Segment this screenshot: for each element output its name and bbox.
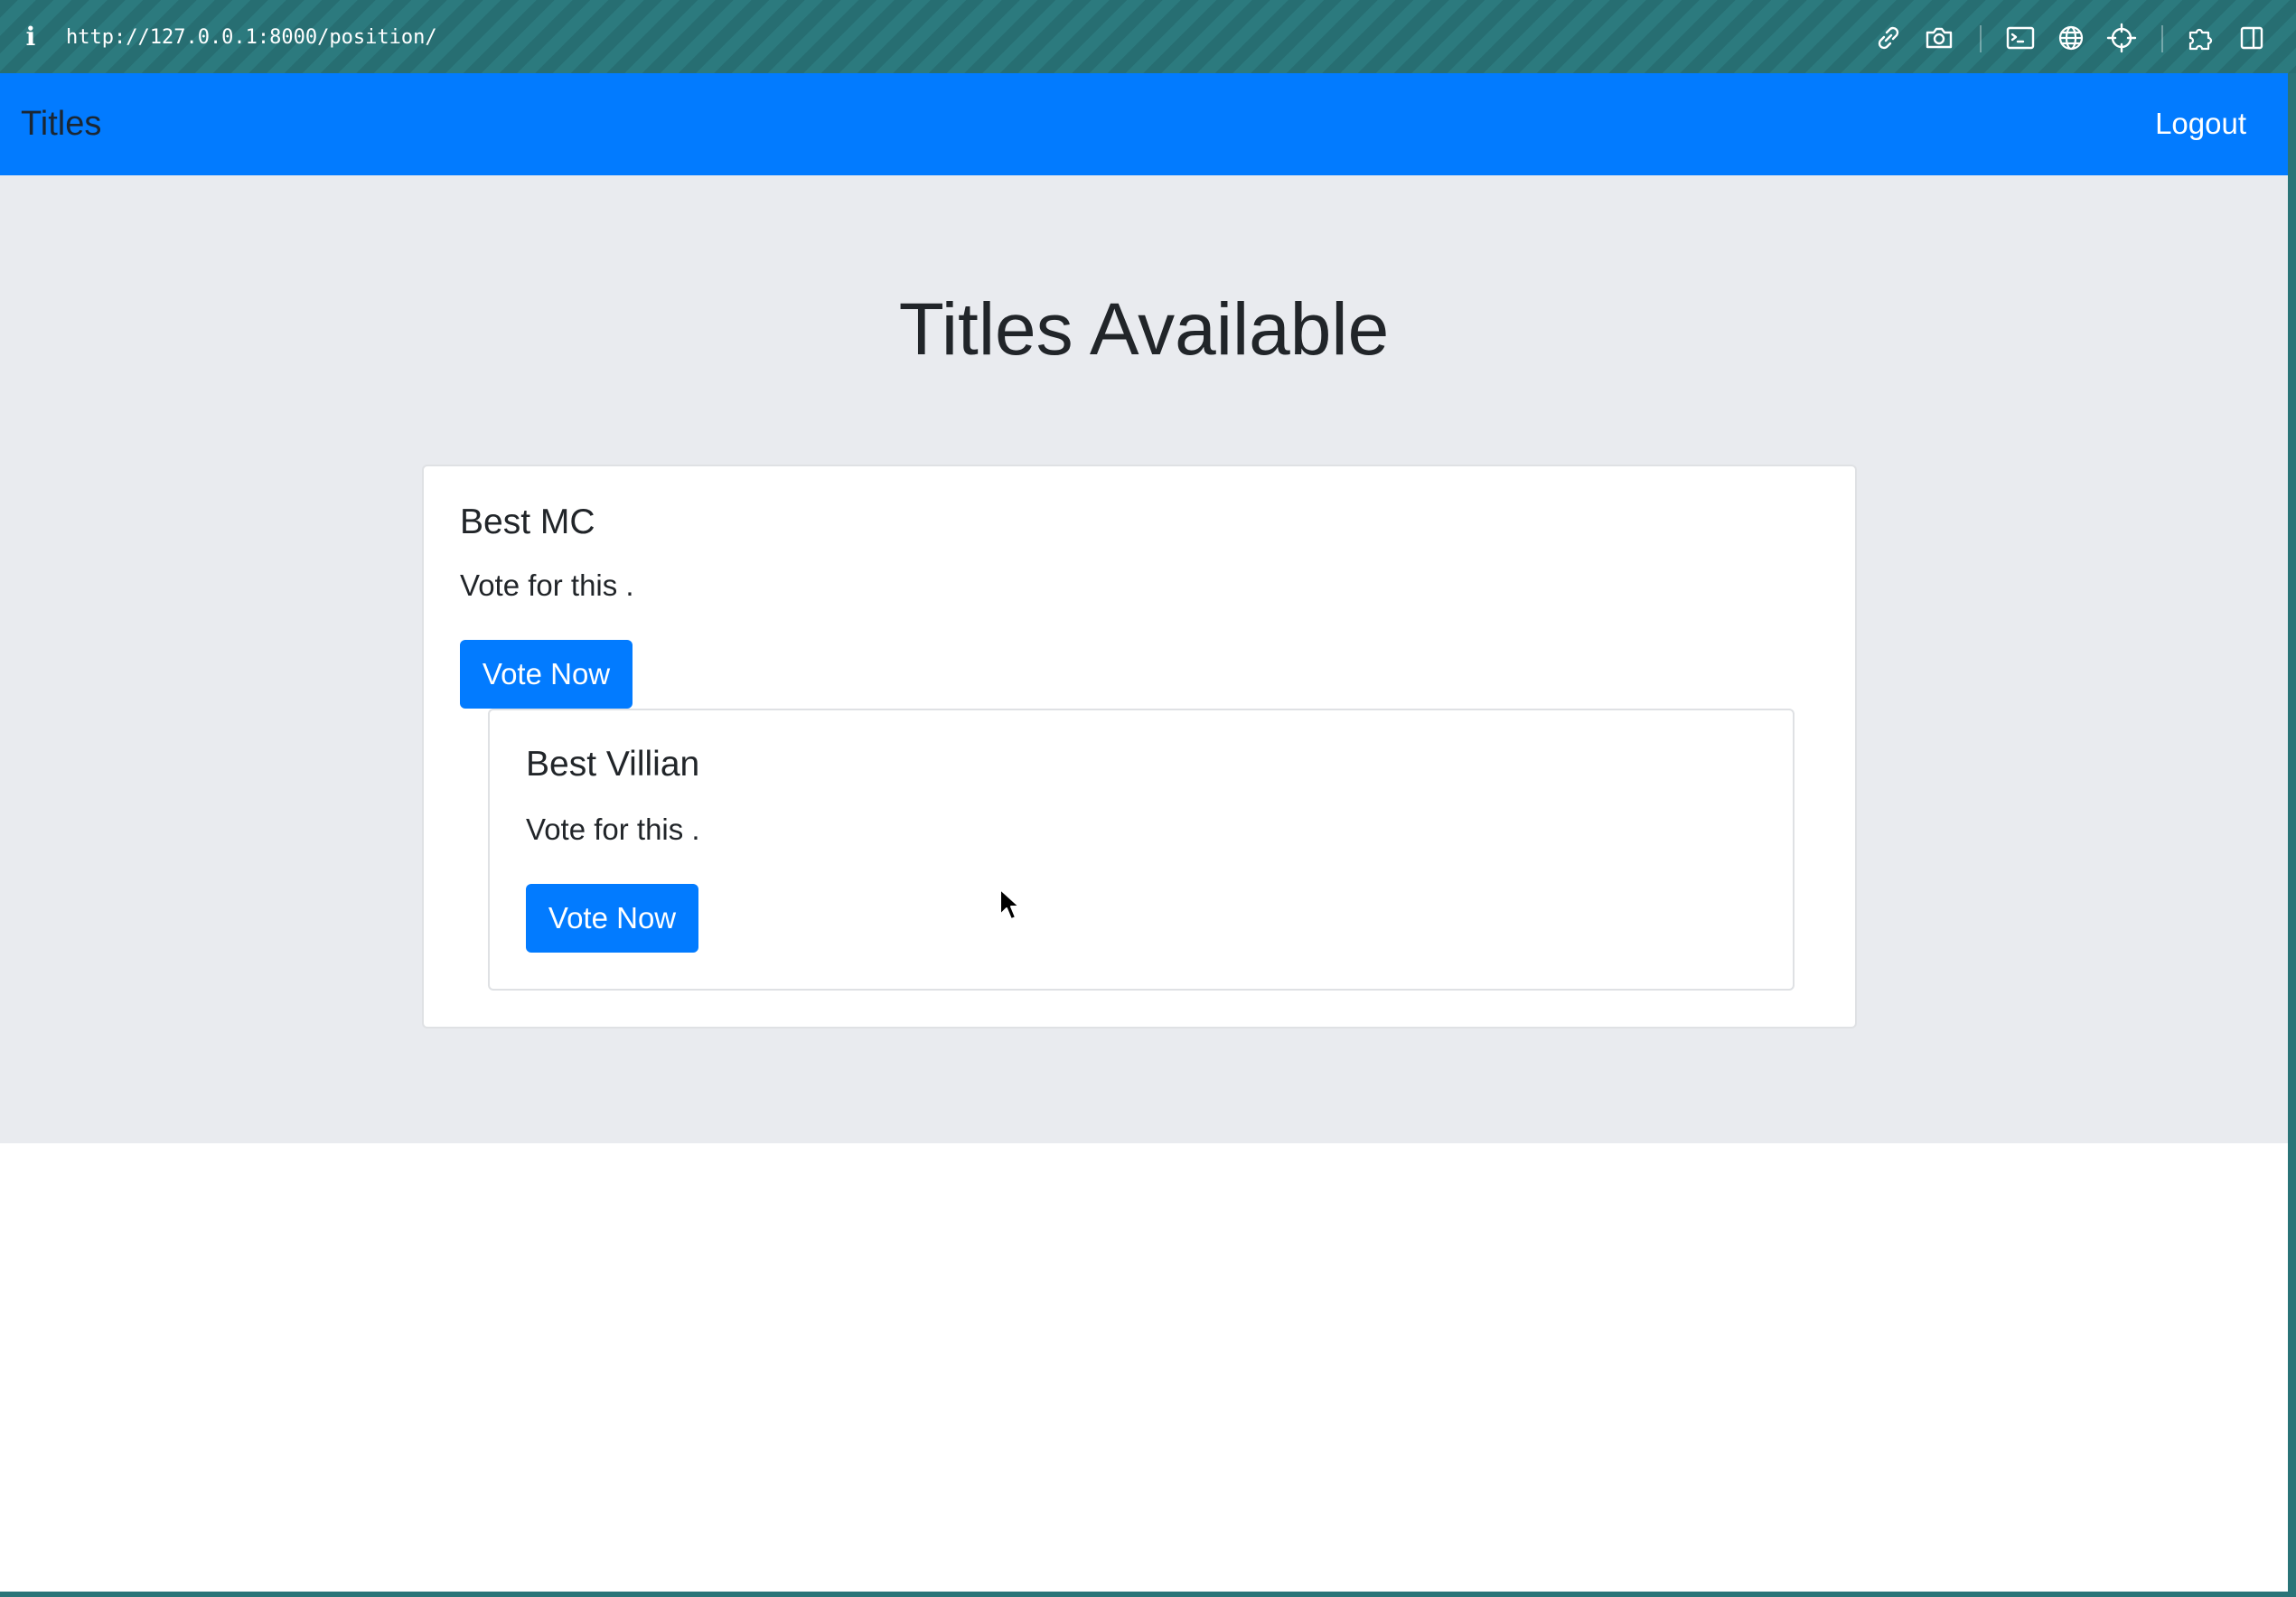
card-title: Best Villian: [526, 745, 700, 784]
navbar-brand[interactable]: Titles: [21, 100, 101, 147]
puzzle-icon[interactable]: [2183, 20, 2219, 56]
card-title: Best MC: [460, 503, 595, 541]
browser-toolbar: i http://127.0.0.1:8000/position/: [0, 0, 2296, 73]
title-card-best-mc: Best MC Vote for this . Vote Now Best Vi…: [422, 465, 1857, 1029]
navbar: Titles Logout: [0, 73, 2288, 175]
title-card-best-villian: Best Villian Vote for this . Vote Now: [488, 709, 1795, 991]
card-text: Vote for this .: [526, 813, 700, 846]
globe-icon[interactable]: [2053, 20, 2089, 56]
logout-link[interactable]: Logout: [2155, 103, 2246, 145]
toolbar-divider: [2161, 25, 2163, 52]
toolbar-icons: [0, 20, 2296, 56]
page-title: Titles Available: [898, 288, 1390, 371]
toolbar-divider: [1980, 25, 1982, 52]
terminal-icon[interactable]: [2002, 20, 2038, 56]
vote-now-button[interactable]: Vote Now: [460, 640, 633, 709]
vote-now-button[interactable]: Vote Now: [526, 884, 698, 953]
card-text: Vote for this .: [460, 568, 634, 602]
crosshair-icon[interactable]: [2104, 20, 2140, 56]
mouse-cursor-icon: [998, 888, 1022, 922]
sidebar-icon[interactable]: [2234, 20, 2270, 56]
link-icon[interactable]: [1870, 20, 1907, 56]
camera-icon[interactable]: [1921, 20, 1957, 56]
web-page: Titles Logout Titles Available Best MC V…: [0, 73, 2288, 1592]
